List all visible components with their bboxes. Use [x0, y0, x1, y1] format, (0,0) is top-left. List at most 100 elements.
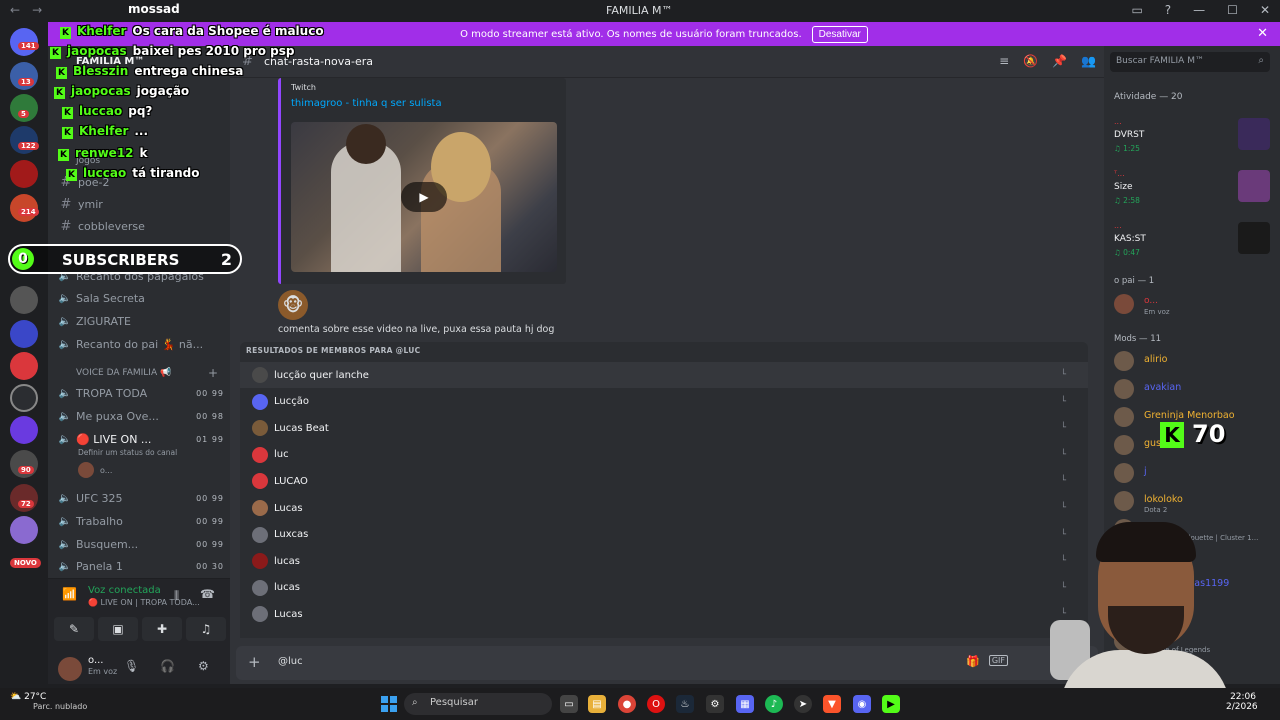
- member-name[interactable]: o...: [1144, 296, 1158, 306]
- member-suggestion[interactable]: luc └: [240, 442, 1088, 468]
- start-button[interactable]: [381, 696, 397, 712]
- back-icon[interactable]: ←: [10, 3, 20, 17]
- gif-icon[interactable]: GIF: [988, 655, 1008, 666]
- autocomplete-title: RESULTADOS DE MEMBROS PARA @LUC: [246, 346, 421, 355]
- settings-gear-icon[interactable]: ⚙: [198, 659, 209, 673]
- viewer-count: 70: [1192, 420, 1226, 448]
- activity-card[interactable]: ... KAS:ST ♫ 0:47: [1114, 218, 1270, 262]
- server-icon[interactable]: [10, 320, 38, 348]
- voice-connected-label[interactable]: Voz conectada: [88, 585, 161, 596]
- add-channel-icon[interactable]: +: [208, 366, 218, 380]
- server-icon[interactable]: [10, 516, 38, 544]
- member-suggestion[interactable]: lucas └: [240, 548, 1088, 574]
- close-banner-icon[interactable]: ✕: [1257, 26, 1268, 41]
- microphone-icon[interactable]: 🎙: [124, 659, 139, 673]
- voice-member-name[interactable]: o...: [100, 466, 112, 475]
- app-icon[interactable]: ➤: [794, 695, 812, 713]
- member-suggestion[interactable]: lucção quer lanche └: [240, 362, 1088, 388]
- nav-arrows[interactable]: ← →: [10, 3, 54, 17]
- kick-icon[interactable]: ▶: [882, 695, 900, 713]
- member-suggestion[interactable]: Lucção └: [240, 389, 1088, 415]
- server-icon[interactable]: [10, 416, 38, 444]
- taskbar-search[interactable]: ⌕ Pesquisar: [404, 693, 552, 715]
- video-thumbnail[interactable]: ▶: [291, 122, 557, 272]
- voice-channel[interactable]: 🔈 ZIGURATE: [58, 311, 228, 331]
- member-row[interactable]: j: [1114, 460, 1274, 486]
- mute-bell-icon[interactable]: 🔕: [1023, 54, 1038, 68]
- member-suggestion[interactable]: Lucas └: [240, 601, 1088, 627]
- voice-channel-name[interactable]: 🔴 LIVE ON | TROPA TODA...: [88, 598, 200, 607]
- minimize-button[interactable]: —: [1193, 3, 1205, 17]
- search-input[interactable]: Buscar FAMILIA M™ ⌕: [1110, 52, 1270, 72]
- server-icon[interactable]: [10, 352, 38, 380]
- voice-channel[interactable]: 🔈 Panela 1 00 30: [58, 556, 228, 576]
- noise-suppression-icon[interactable]: ⫼: [174, 589, 179, 603]
- signal-icon[interactable]: 📶: [62, 587, 77, 601]
- inbox-icon[interactable]: ▭: [1131, 3, 1142, 17]
- voice-channel[interactable]: 🔈 UFC 325 00 99: [58, 488, 228, 508]
- soundboard-button[interactable]: ♫: [186, 617, 226, 641]
- channel-ymir[interactable]: # ymir: [58, 194, 228, 214]
- member-suggestion[interactable]: Lucas Beat └: [240, 415, 1088, 441]
- opera-icon[interactable]: O: [647, 695, 665, 713]
- user-name[interactable]: o...: [88, 655, 103, 666]
- voice-channel[interactable]: 🔈 Sala Secreta: [58, 288, 228, 308]
- member-suggestion[interactable]: LUCAO └: [240, 468, 1088, 494]
- avatar[interactable]: [78, 462, 94, 478]
- discord-icon[interactable]: ◉: [853, 695, 871, 713]
- activity-title[interactable]: Atividade — 20: [1114, 92, 1183, 102]
- threads-icon[interactable]: ≡: [999, 54, 1009, 68]
- steam-icon[interactable]: ♨: [676, 695, 694, 713]
- voice-channel[interactable]: 🔈 TROPA TODA 00 99: [58, 383, 228, 403]
- member-suggestion[interactable]: lucas └: [240, 575, 1088, 601]
- activities-button[interactable]: ✚: [142, 617, 182, 641]
- file-explorer-icon[interactable]: ▤: [588, 695, 606, 713]
- message-avatar[interactable]: 🐵: [278, 290, 308, 320]
- camera-button[interactable]: ✎: [54, 617, 94, 641]
- member-suggestion[interactable]: Lucas └: [240, 495, 1088, 521]
- app-icon[interactable]: ⚙: [706, 695, 724, 713]
- member-row[interactable]: lokoloko Dota 2: [1114, 488, 1274, 514]
- server-icon[interactable]: [10, 286, 38, 314]
- clock[interactable]: 22:06 2/2026: [1226, 692, 1258, 712]
- maximize-button[interactable]: ☐: [1227, 3, 1238, 17]
- member-row[interactable]: avakian: [1114, 376, 1274, 402]
- server-icon[interactable]: [10, 384, 38, 412]
- upload-plus-icon[interactable]: +: [248, 653, 261, 671]
- voice-channel-active[interactable]: 🔈 🔴 LIVE ON ... 01 99: [58, 429, 228, 449]
- voice-channel[interactable]: 🔈 Trabalho 00 99: [58, 511, 228, 531]
- voice-channel[interactable]: 🔈 Me puxa Ove... 00 98: [58, 406, 228, 426]
- task-view-icon[interactable]: ▭: [560, 695, 578, 713]
- message-composer[interactable]: + @luc 🎁 GIF: [236, 646, 1098, 680]
- message-input[interactable]: @luc: [278, 656, 303, 667]
- gift-icon[interactable]: 🎁: [966, 655, 980, 668]
- app-icon[interactable]: ▦: [736, 695, 754, 713]
- weather-widget[interactable]: ⛅ 27°C Parc. nublado: [10, 692, 87, 711]
- screen-share-button[interactable]: ▣: [98, 617, 138, 641]
- avatar[interactable]: [1114, 294, 1134, 314]
- help-icon[interactable]: ?: [1165, 3, 1171, 17]
- voice-channel[interactable]: 🔈 Busquem... 00 99: [58, 534, 228, 554]
- member-suggestion[interactable]: Luxcas └: [240, 522, 1088, 548]
- user-avatar[interactable]: [58, 657, 82, 681]
- channel-cobbleverse[interactable]: # cobbleverse: [58, 216, 228, 236]
- channel-status-hint[interactable]: Definir um status do canal: [78, 448, 177, 457]
- activity-card[interactable]: ... DVRST ♫ 1:25: [1114, 114, 1270, 158]
- headphones-icon[interactable]: 🎧: [160, 659, 175, 673]
- chrome-icon[interactable]: ●: [618, 695, 636, 713]
- close-window-button[interactable]: ✕: [1260, 3, 1270, 17]
- embed-title-link[interactable]: thimagroo - tinha q ser sulista: [291, 98, 442, 109]
- pin-icon[interactable]: 📌: [1052, 54, 1067, 68]
- voice-channel[interactable]: 🔈 Recanto do pai 💃 nã...: [58, 334, 228, 354]
- spotify-icon[interactable]: ♪: [765, 695, 783, 713]
- member-list-icon[interactable]: 👥: [1081, 54, 1096, 68]
- disable-streamer-button[interactable]: Desativar: [811, 25, 868, 43]
- member-row[interactable]: alirio: [1114, 348, 1274, 374]
- play-icon[interactable]: ▶: [401, 182, 447, 212]
- server-icon[interactable]: [10, 160, 38, 188]
- category-voice[interactable]: VOICE DA FAMILIA 📢: [76, 368, 171, 378]
- disconnect-icon[interactable]: ☎: [200, 587, 215, 601]
- brave-icon[interactable]: ▼: [823, 695, 841, 713]
- activity-card[interactable]: ᵀ... Size ♫ 2:58: [1114, 166, 1270, 210]
- forward-icon[interactable]: →: [32, 3, 42, 17]
